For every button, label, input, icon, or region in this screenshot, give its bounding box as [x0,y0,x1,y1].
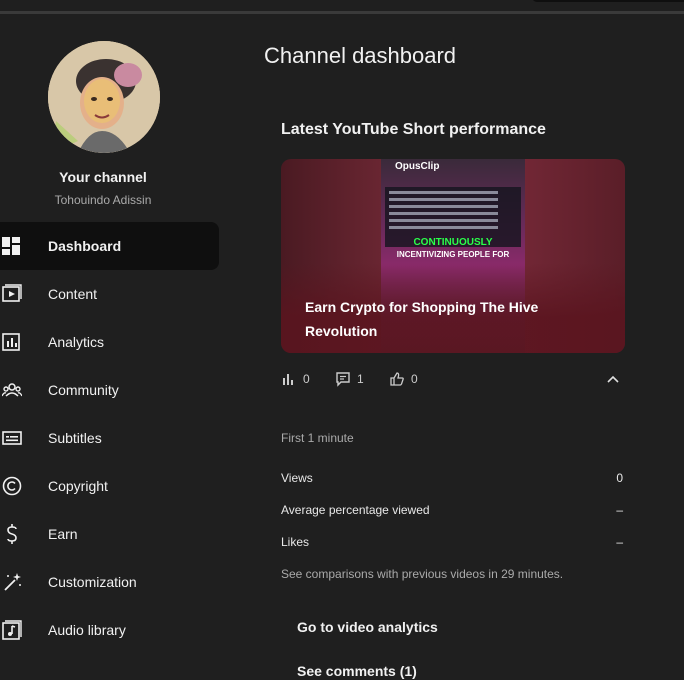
comment-icon [336,372,350,387]
sidebar-item-customization[interactable]: Customization [0,558,219,606]
sidebar-item-label: Analytics [48,334,105,350]
views-count: 0 [303,372,310,386]
sidebar-nav: Dashboard Content Analytics Community Su… [0,222,228,654]
metric-label: Average percentage viewed [281,503,430,517]
likes-count: 0 [411,372,418,386]
copyright-icon [2,476,22,496]
analytics-icon [2,333,20,351]
main-content: Channel dashboard Latest YouTube Short p… [228,17,684,680]
sidebar: Your channel Tohouindo Adissin Dashboard… [0,17,228,680]
thumbnail-banner-1: CONTINUOUSLY [413,237,493,248]
dashboard-icon [2,237,20,255]
channel-handle: Tohouindo Adissin [54,193,152,207]
sidebar-item-earn[interactable]: Earn [0,510,219,558]
thumbnail-banner-2: INCENTIVIZING PEOPLE FOR [396,250,510,259]
channel-title: Your channel [59,169,147,185]
card-title: Latest YouTube Short performance [281,121,546,138]
short-title: Earn Crypto for Shopping The Hive Revolu… [305,299,539,339]
metric-value: – [616,535,623,549]
short-stats-row: 0 1 0 [281,371,625,391]
sidebar-item-community[interactable]: Community [0,366,219,414]
sidebar-item-label: Content [48,286,98,302]
comments-count: 1 [357,372,364,386]
page-title: Channel dashboard [264,43,457,68]
thumbnail-logo: OpusClip [395,161,440,172]
earn-icon [7,524,17,544]
sidebar-item-dashboard[interactable]: Dashboard [0,222,219,270]
subtitles-icon [2,431,22,445]
sidebar-item-label: Dashboard [48,238,122,254]
sidebar-item-label: Copyright [48,478,108,494]
avatar-portrait-icon [48,41,160,153]
sidebar-item-audio-library[interactable]: Audio library [0,606,219,654]
community-icon [2,383,22,397]
sidebar-item-label: Earn [48,526,78,542]
views-bar-icon [283,374,293,385]
audio-library-icon [2,620,22,640]
metric-label: Likes [281,535,310,549]
likes-stat: 0 [389,371,418,387]
sidebar-item-content[interactable]: Content [0,270,219,318]
metric-value: – [616,503,623,517]
customization-icon [4,573,21,591]
comparison-note: See comparisons with previous videos in … [281,567,564,581]
chevron-up-icon[interactable] [605,371,621,387]
short-thumbnail[interactable]: OpusClip CONTINUOUSLY INCENTIVIZING PEOP… [281,159,625,353]
channel-avatar[interactable] [48,41,160,153]
sidebar-item-label: Subtitles [48,430,102,446]
views-stat: 0 [281,371,310,387]
video-analytics-button[interactable]: Go to video analytics [297,619,438,635]
content-icon [2,284,22,302]
period-label: First 1 minute [281,431,354,445]
sidebar-item-label: Community [48,382,119,398]
sidebar-item-label: Customization [48,574,137,590]
see-comments-button[interactable]: See comments (1) [297,663,417,679]
metric-row: Views 0 [281,471,623,487]
thumbs-up-icon [390,372,404,386]
metric-row: Average percentage viewed – [281,503,623,519]
comments-stat: 1 [335,371,364,387]
top-bar [0,0,684,14]
sidebar-item-copyright[interactable]: Copyright [0,462,219,510]
top-search-edge [532,0,684,2]
metric-value: 0 [616,471,623,485]
sidebar-item-subtitles[interactable]: Subtitles [0,414,219,462]
sidebar-item-label: Audio library [48,622,126,638]
metric-row: Likes – [281,535,623,551]
sidebar-item-analytics[interactable]: Analytics [0,318,219,366]
metric-label: Views [281,471,313,485]
